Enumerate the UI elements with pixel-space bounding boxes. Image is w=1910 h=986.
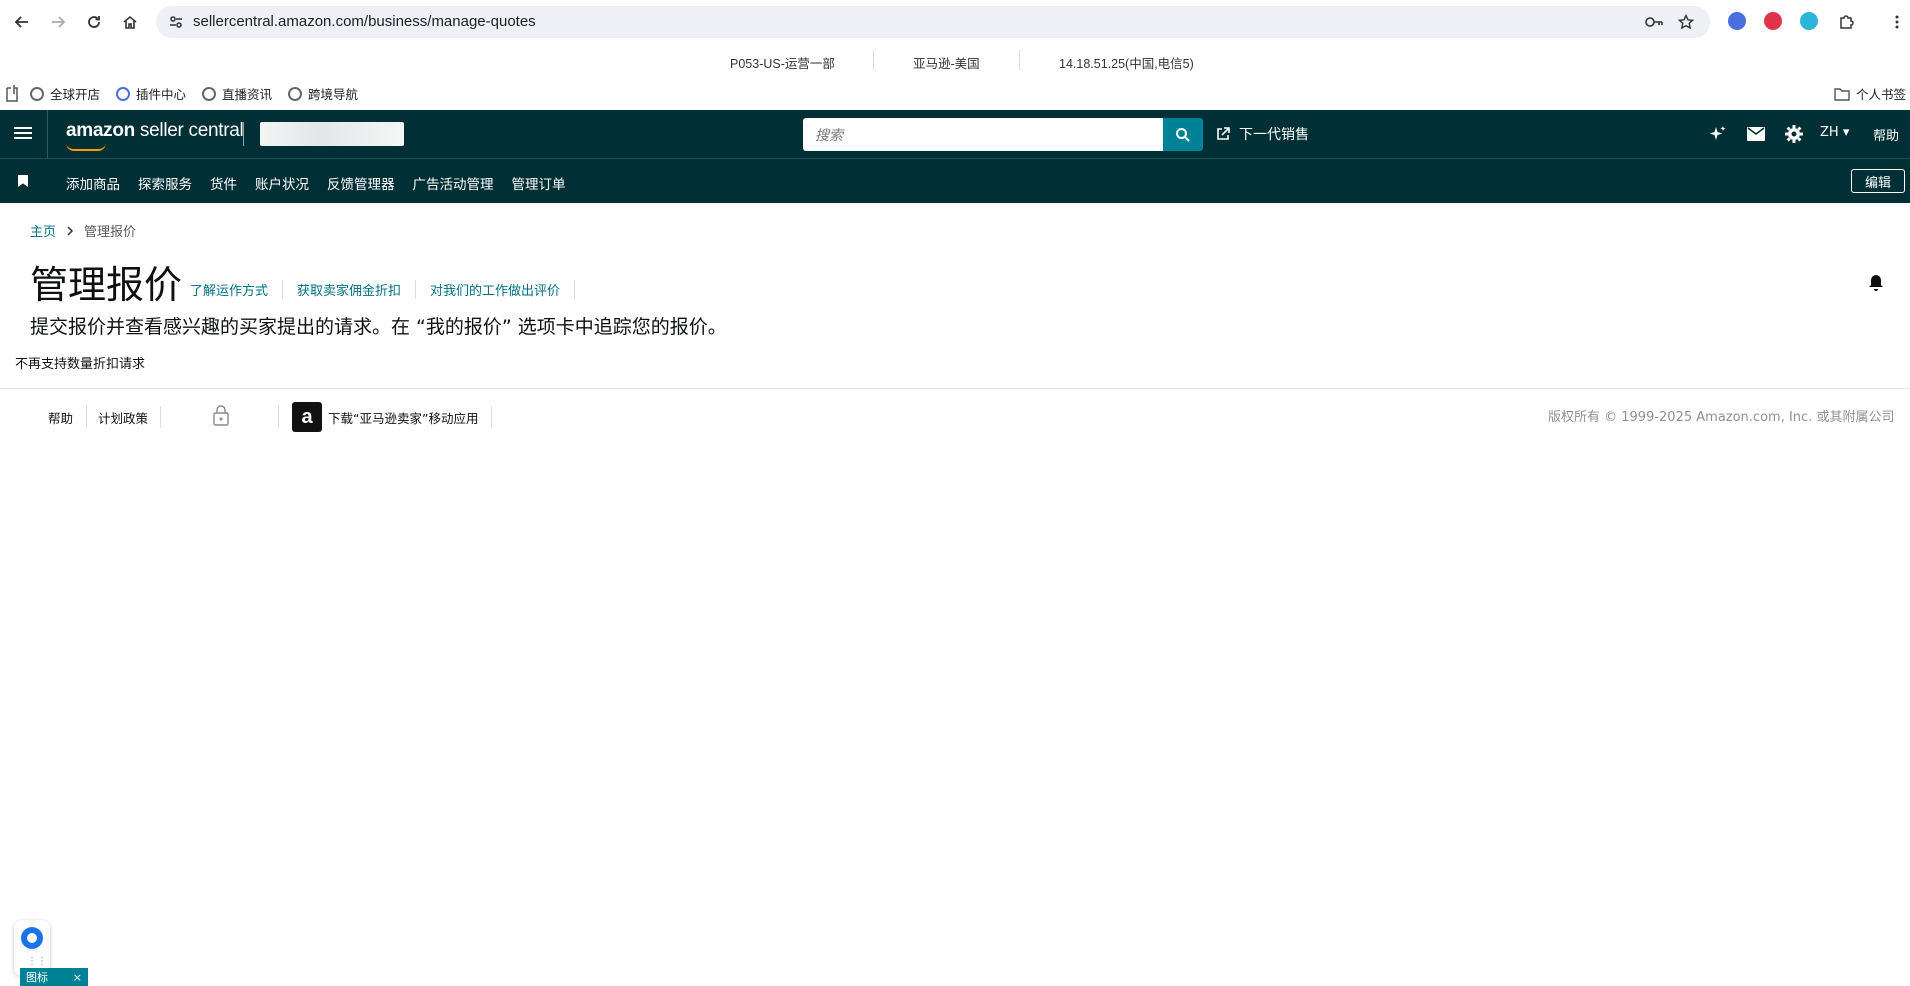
breadcrumb-home[interactable]: 主页: [30, 221, 56, 240]
nav-item-campaign-manager[interactable]: 广告活动管理: [413, 173, 494, 193]
amazon-app-icon: a: [292, 402, 322, 432]
puzzle-icon[interactable]: [1834, 10, 1858, 34]
next-gen-selling-link[interactable]: 下一代销售: [1215, 124, 1309, 144]
discount-notice: 不再支持数量折扣请求: [15, 357, 146, 372]
chevron-right-icon: [67, 225, 74, 236]
bottom-floating-tab[interactable]: 图标 ×: [20, 968, 88, 986]
apps-icon[interactable]: [4, 84, 20, 102]
page-subtitle: 提交报价并查看感兴趣的买家提出的请求。在 “我的报价” 选项卡中追踪您的报价。: [30, 316, 727, 338]
drag-handle-icon[interactable]: ⋮⋮: [27, 956, 47, 967]
store-name: P053-US-运营一部: [730, 57, 835, 71]
divider: [47, 110, 48, 158]
amazon-smile-icon: [66, 143, 106, 151]
globe-icon: [30, 86, 44, 101]
breadcrumb-current: 管理报价: [84, 225, 137, 240]
amazon-seller-central-logo[interactable]: amazon seller central: [66, 120, 244, 142]
globe-icon: [288, 86, 302, 101]
nav-item-add-products[interactable]: 添加商品: [66, 173, 120, 193]
page-title: 管理报价: [30, 263, 183, 307]
assistant-icon[interactable]: [21, 927, 43, 949]
commission-discount-link[interactable]: 获取卖家佣金折扣: [297, 280, 417, 299]
divider: [86, 406, 87, 428]
nav-item-feedback-manager[interactable]: 反馈管理器: [327, 173, 395, 193]
marketplace: 亚马逊-美国: [913, 57, 980, 71]
bookmark-folder[interactable]: 个人书签: [1834, 84, 1906, 103]
browser-toolbar: sellercentral.amazon.com/business/manage…: [0, 0, 1910, 44]
main-nav: 添加商品 探索服务 货件 账户状况 反馈管理器 广告活动管理 管理订单 编辑: [0, 158, 1910, 203]
search-button[interactable]: [1163, 118, 1203, 151]
external-link-icon: [1217, 127, 1230, 140]
settings-gear-icon[interactable]: [1784, 124, 1804, 144]
notification-bell-icon[interactable]: [1868, 274, 1884, 296]
extension-icon[interactable]: [1800, 12, 1818, 30]
bookmark-icon[interactable]: [18, 175, 28, 187]
close-icon[interactable]: ×: [73, 971, 82, 984]
copyright: 版权所有 © 1999-2025 Amazon.com, Inc. 或其附属公司: [1548, 410, 1895, 425]
edit-button[interactable]: 编辑: [1851, 169, 1905, 193]
footer: 帮助 计划政策 a 下载“亚马逊卖家”移动应用 版权所有 © 1999-2025…: [0, 402, 1910, 436]
lock-icon[interactable]: [212, 404, 230, 429]
back-icon[interactable]: [10, 10, 34, 34]
divider: [160, 406, 161, 428]
nav-item-explore-services[interactable]: 探索服务: [138, 173, 192, 193]
reload-icon[interactable]: [82, 10, 106, 34]
help-link[interactable]: 帮助: [1873, 125, 1899, 144]
home-icon[interactable]: [118, 10, 142, 34]
globe-icon: [202, 86, 216, 101]
footer-help-link[interactable]: 帮助: [48, 408, 73, 427]
nav-item-manage-orders[interactable]: 管理订单: [512, 173, 566, 193]
more-menu-icon[interactable]: [1885, 10, 1909, 34]
menu-icon[interactable]: [14, 124, 32, 144]
breadcrumb: 主页 管理报价: [30, 221, 136, 240]
extension-icon[interactable]: [1728, 12, 1746, 30]
sparkle-icon[interactable]: [1708, 124, 1728, 144]
bookmark-item[interactable]: 直播资讯: [202, 84, 272, 103]
url-text: sellercentral.amazon.com/business/manage…: [193, 13, 536, 30]
rate-our-work-link[interactable]: 对我们的工作做出评价: [430, 280, 576, 299]
star-icon[interactable]: [1677, 13, 1695, 34]
learn-how-link[interactable]: 了解运作方式: [190, 280, 284, 299]
divider: [873, 50, 874, 70]
password-key-icon[interactable]: [1644, 14, 1664, 34]
extension-icon[interactable]: [1764, 12, 1782, 30]
mail-icon[interactable]: [1746, 124, 1766, 144]
bookmarks-bar: 全球开店 插件中心 直播资讯 跨境导航 个人书签: [0, 76, 1910, 110]
search-icon: [1176, 127, 1190, 142]
nav-item-account-health[interactable]: 账户状况: [255, 173, 309, 193]
forward-icon[interactable]: [46, 10, 70, 34]
divider: [243, 122, 244, 146]
site-info-icon[interactable]: [168, 14, 184, 34]
footer-policy-link[interactable]: 计划政策: [98, 408, 148, 427]
divider: [1019, 50, 1020, 70]
bookmark-item[interactable]: 插件中心: [116, 84, 186, 103]
bookmark-item[interactable]: 全球开店: [30, 84, 100, 103]
plugin-icon: [116, 86, 130, 101]
ip-address: 14.18.51.25(中国,电信5): [1059, 57, 1194, 71]
divider: [491, 406, 492, 428]
divider: [278, 406, 279, 428]
search-input[interactable]: [803, 118, 1163, 151]
seller-central-header: amazon seller central 下一代销售 ZH ▾ 帮助: [0, 110, 1910, 158]
title-links: 了解运作方式 获取卖家佣金折扣 对我们的工作做出评价: [190, 280, 589, 299]
folder-icon: [1834, 87, 1850, 101]
language-selector[interactable]: ZH ▾: [1820, 125, 1849, 140]
search-box[interactable]: [803, 118, 1163, 151]
bookmark-item[interactable]: 跨境导航: [288, 84, 358, 103]
divider: [0, 388, 1910, 389]
app-download-link[interactable]: a 下载“亚马逊卖家”移动应用: [292, 402, 478, 432]
info-bar: P053-US-运营一部 亚马逊-美国 14.18.51.25(中国,电信5): [0, 44, 1910, 76]
nav-item-shipments[interactable]: 货件: [210, 173, 237, 193]
address-bar[interactable]: sellercentral.amazon.com/business/manage…: [156, 6, 1710, 38]
account-switcher[interactable]: [260, 122, 404, 146]
